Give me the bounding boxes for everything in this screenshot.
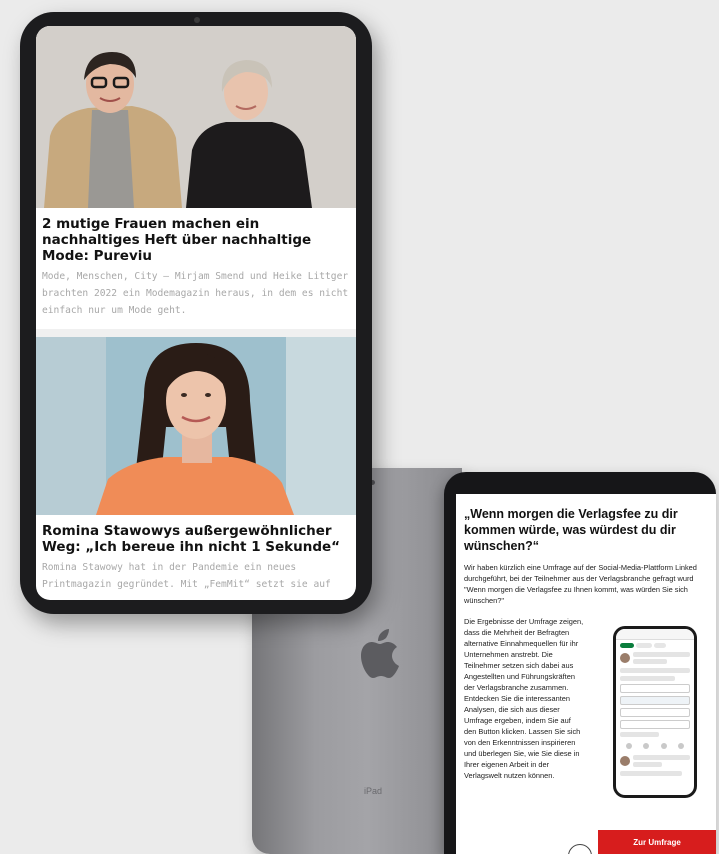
woman-portrait-photo (36, 337, 356, 515)
body-line: Unternehmen anstrebt. Die (464, 650, 553, 659)
body-line: Entdecken Sie die interessanten (464, 694, 571, 703)
article-image[interactable] (36, 337, 356, 515)
ipad-label: iPad (364, 786, 383, 796)
body-line: alternative Einnahmequellen für ihr (464, 639, 579, 648)
survey-button[interactable]: Zur Umfrage (598, 830, 716, 854)
body-line: von den Erkenntnissen inspirieren (464, 738, 576, 747)
article-title[interactable]: 2 mutige Frauen machen ein nachhaltiges … (42, 216, 350, 264)
article-title[interactable]: Romina Stawowys außergewöhnlicher Weg: „… (42, 523, 350, 555)
intro-line: Wir haben kürzlich eine Umfrage auf der … (464, 563, 697, 572)
body-line: und überlegen Sie, wie Sie diese in (464, 749, 580, 758)
page-headline: „Wenn morgen die Verlagsfee zu dir komme… (464, 507, 678, 553)
phone-mockup (613, 626, 697, 798)
body-line: Analysen, die sich aus dieser (464, 705, 560, 714)
intro-line: wünschen?" (464, 596, 505, 605)
article-card[interactable]: Romina Stawowys außergewöhnlicher Weg: „… (36, 337, 356, 600)
body-line: dass die Mehrheit der Befragten (464, 628, 570, 637)
intro-line: durchgeführt, bei der Teilnehmer aus der… (464, 574, 694, 583)
article-teaser: Mode, Menschen, City – Mirjam Smend und … (42, 271, 349, 316)
survey-page[interactable]: „Wenn morgen die Verlagsfee zu dir komme… (456, 494, 716, 854)
front-camera (194, 17, 200, 23)
body-line: der Verlagsbranche zusammen. (464, 683, 569, 692)
body-line: Die Ergebnisse der Umfrage zeigen, (464, 617, 584, 626)
body-line: Verlagswelt nutzen können. (464, 771, 555, 780)
front-tablet: 2 mutige Frauen machen ein nachhaltiges … (20, 12, 372, 614)
body-line: Umfrage ergeben, indem Sie auf (464, 716, 571, 725)
article-feed[interactable]: 2 mutige Frauen machen ein nachhaltiges … (36, 26, 356, 600)
two-women-photo (36, 26, 356, 208)
body-line: Teilnehmer setzen sich dabei aus (464, 661, 574, 670)
article-card[interactable]: 2 mutige Frauen machen ein nachhaltiges … (36, 26, 356, 329)
results-section: Die Ergebnisse der Umfrage zeigen, dass … (456, 616, 716, 798)
linkedin-poll-screenshot (616, 629, 694, 795)
article-teaser: Romina Stawowy hat in der Pandemie ein n… (42, 562, 331, 590)
body-line: Angestellten und Führungskräften (464, 672, 575, 681)
body-line: Ihrer eigenen Arbeit in der (464, 760, 550, 769)
results-paragraph: Die Ergebnisse der Umfrage zeigen, dass … (464, 616, 600, 781)
apple-logo-icon (361, 629, 399, 678)
intro-paragraph: Wir haben kürzlich eine Umfrage auf der … (464, 562, 708, 606)
right-tablet: „Wenn morgen die Verlagsfee zu dir komme… (444, 472, 716, 854)
intro-line: "Wenn morgen die Verlagsfee zu Ihnen kom… (464, 585, 688, 594)
article-image[interactable] (36, 26, 356, 208)
body-line: den Button klicken. Lassen Sie sich (464, 727, 581, 736)
divider (36, 329, 356, 337)
